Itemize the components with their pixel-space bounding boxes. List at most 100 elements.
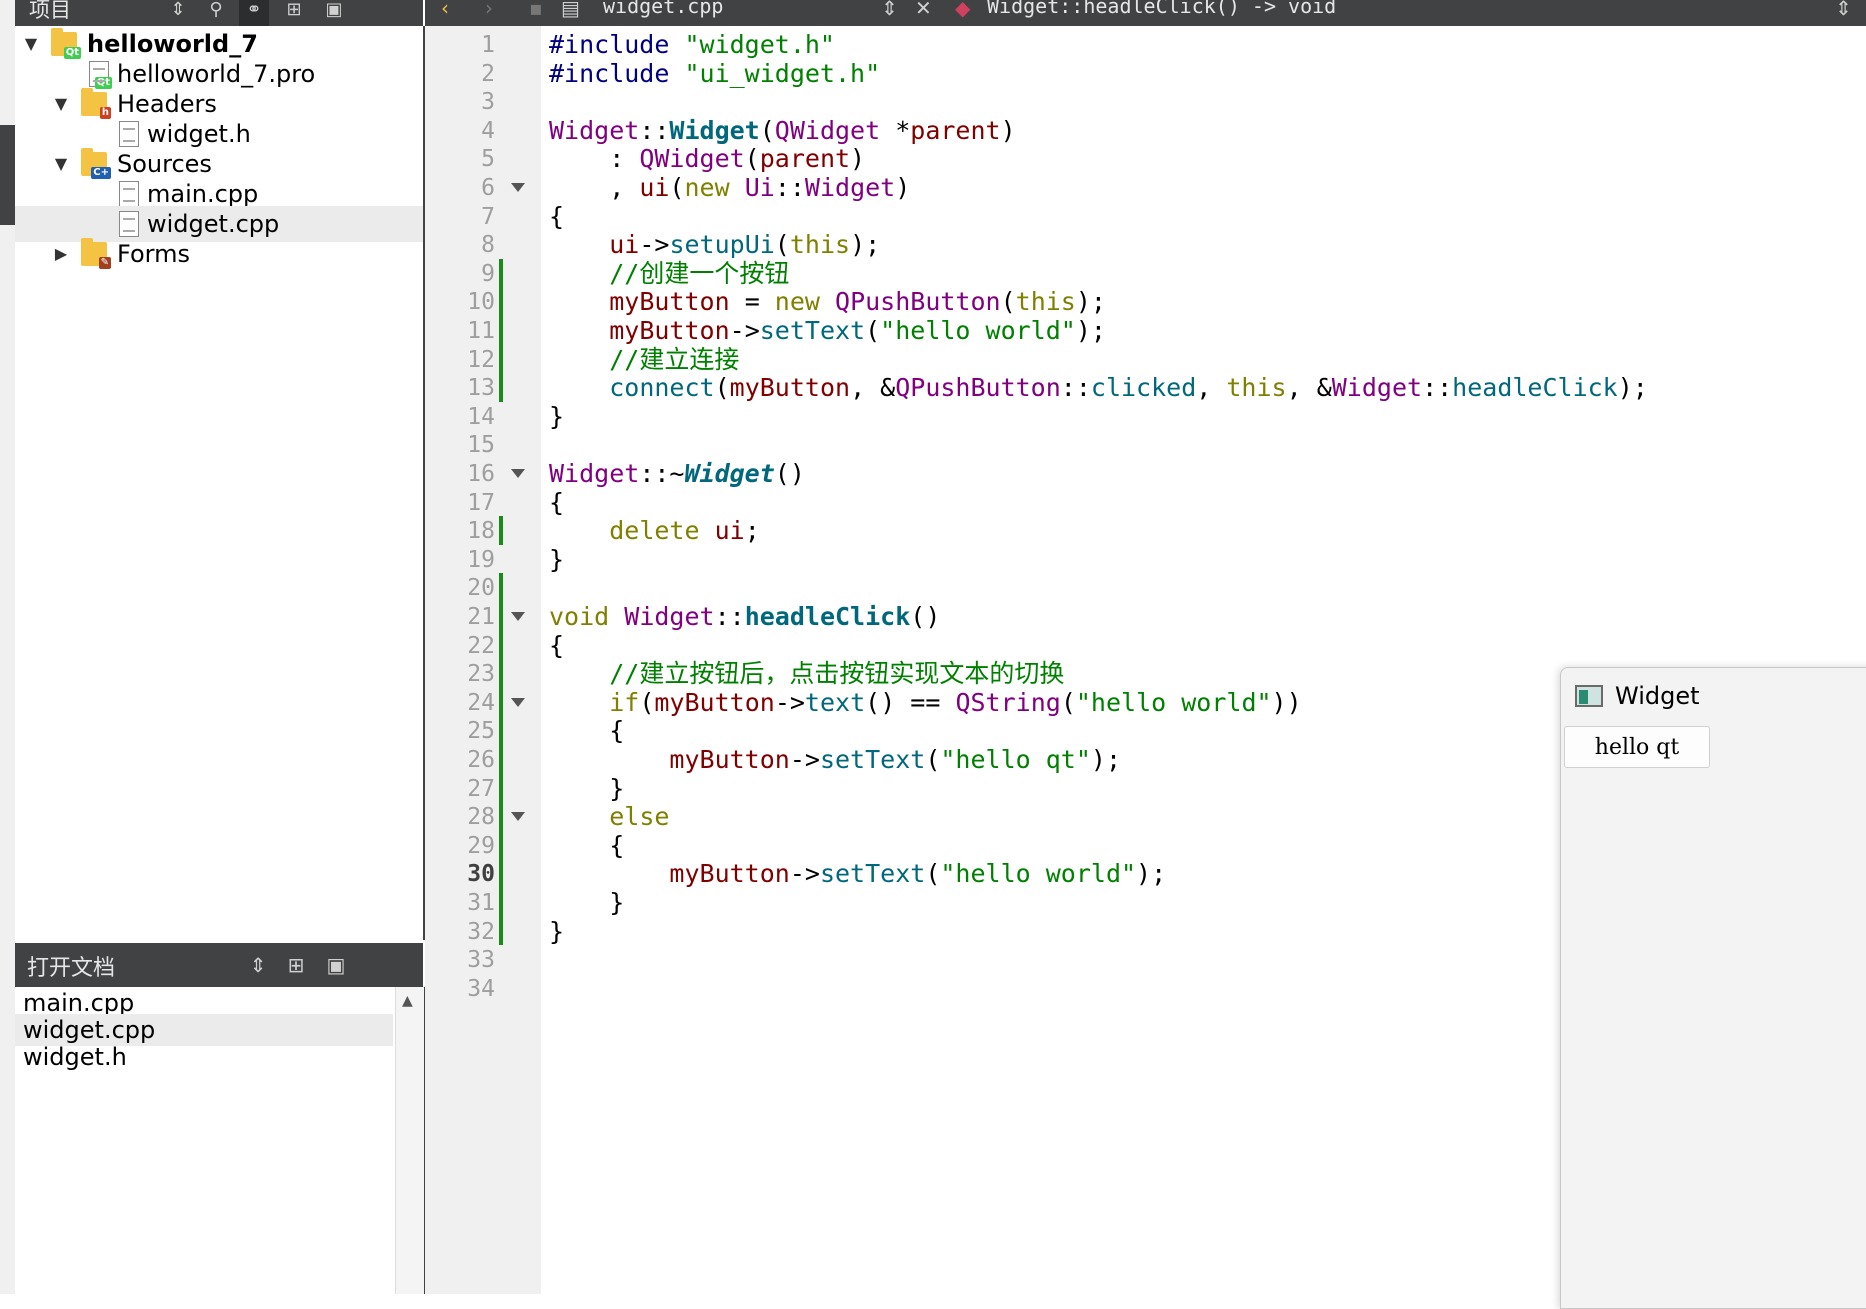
code-line[interactable]: {	[549, 716, 624, 746]
header-file-icon	[119, 121, 139, 147]
widget-titlebar[interactable]: Widget	[1561, 668, 1866, 724]
code-line[interactable]: void Widget::headleClick()	[549, 602, 940, 632]
dropdown-arrows-icon[interactable]: ⇕	[881, 0, 898, 20]
filter-icon[interactable]: ⚲	[201, 0, 231, 26]
link-icon[interactable]: ⚭	[239, 0, 269, 26]
line-number: 20	[467, 575, 495, 602]
line-number: 31	[467, 890, 495, 916]
scroll-up-icon[interactable]: ▲	[402, 993, 413, 1009]
line-number: 27	[467, 775, 495, 802]
code-line[interactable]: myButton->setText("hello qt");	[549, 745, 1121, 775]
project-panel-header: 项目 ⇕ ⚲ ⚭ ⊞ ▣	[15, 0, 423, 26]
code-line[interactable]: }	[549, 774, 624, 804]
line-number: 19	[467, 546, 495, 573]
change-marker	[499, 573, 503, 946]
project-tree: ▼ Qt helloworld_7 Qt helloworld_7.pro ▼ …	[15, 26, 425, 940]
forward-arrow-icon[interactable]: ›	[485, 0, 493, 20]
open-documents-scrollbar[interactable]: ▲	[395, 987, 424, 1294]
code-line[interactable]: : QWidget(parent)	[549, 144, 865, 174]
code-line[interactable]: }	[549, 545, 564, 575]
change-marker	[499, 258, 503, 402]
function-selector[interactable]: Widget::headleClick() -> void	[987, 0, 1336, 18]
code-line[interactable]: myButton = new QPushButton(this);	[549, 287, 1106, 317]
code-line[interactable]: Widget::~Widget()	[549, 459, 805, 489]
qt-project-icon: Qt	[51, 28, 81, 59]
line-number: 15	[467, 432, 495, 459]
code-line[interactable]: ui->setupUi(this);	[549, 230, 880, 260]
dropdown-arrows-icon[interactable]: ⇕	[243, 951, 273, 979]
open-documents-title: 打开文档	[27, 956, 116, 981]
line-number: 28	[467, 804, 495, 831]
code-line[interactable]: {	[549, 631, 564, 661]
fold-marker-icon[interactable]	[511, 469, 525, 478]
line-number: 21	[467, 604, 495, 630]
editor-toolbar: ‹ › ▪ ▤ widget.cpp ⇕ ✕ ◆ Widget::headleC…	[425, 0, 1866, 26]
line-number: 8	[481, 232, 495, 259]
fold-marker-icon[interactable]	[511, 697, 525, 707]
code-line[interactable]: connect(myButton, &QPushButton::clicked,…	[549, 373, 1648, 403]
code-line[interactable]: Widget::Widget(QWidget *parent)	[549, 116, 1016, 146]
code-line[interactable]: //建立按钮后，点击按钮实现文本的切换	[549, 659, 1064, 689]
code-line[interactable]: myButton->setText("hello world");	[549, 316, 1106, 346]
code-line[interactable]: #include "ui_widget.h"	[549, 59, 880, 89]
line-number: 2	[481, 60, 495, 87]
close-file-icon[interactable]: ✕	[915, 0, 932, 20]
file-selector[interactable]: widget.cpp	[603, 0, 723, 18]
tree-item-label: Forms	[117, 240, 190, 268]
back-arrow-icon[interactable]: ‹	[441, 0, 449, 20]
line-number: 6	[481, 175, 495, 201]
line-number: 25	[467, 718, 495, 745]
code-line[interactable]: }	[549, 917, 564, 947]
line-number: 9	[481, 260, 495, 287]
open-documents-header: 打开文档 ⇕ ⊞ ▣	[15, 943, 423, 987]
code-line[interactable]: myButton->setText("hello world");	[549, 859, 1166, 889]
line-number: 22	[467, 632, 495, 659]
line-number: 14	[467, 403, 495, 430]
code-line[interactable]: }	[549, 888, 624, 918]
code-line[interactable]: {	[549, 202, 564, 232]
line-number: 33	[467, 947, 495, 974]
fold-marker-icon[interactable]	[511, 183, 525, 192]
document-icon: ▤	[561, 0, 580, 20]
line-number: 26	[467, 747, 495, 773]
code-line[interactable]: //建立连接	[549, 345, 739, 375]
code-line[interactable]: //创建一个按钮	[549, 259, 789, 289]
tree-item-forms[interactable]: ▶ ✎ Forms	[15, 236, 423, 272]
open-document-item[interactable]: widget.h	[15, 1041, 393, 1073]
line-number: 18	[467, 518, 495, 545]
code-line[interactable]: if(myButton->text() == QString("hello wo…	[549, 688, 1301, 718]
line-number: 1	[481, 32, 495, 58]
code-line[interactable]: }	[549, 402, 564, 432]
code-line[interactable]: delete ui;	[549, 516, 760, 546]
close-pane-icon[interactable]: ▣	[321, 951, 351, 979]
split-add-icon[interactable]: ⊞	[279, 0, 309, 26]
qt-pro-file-icon: Qt	[89, 61, 112, 89]
widget-window-title: Widget	[1615, 682, 1700, 710]
fold-marker-icon[interactable]	[511, 612, 525, 621]
code-line[interactable]: #include "widget.h"	[549, 30, 835, 60]
hello-button[interactable]: hello qt	[1564, 726, 1710, 768]
line-number: 23	[467, 661, 495, 688]
split-add-icon[interactable]: ⊞	[281, 951, 311, 979]
dropdown-arrows-icon[interactable]: ⇕	[163, 0, 193, 26]
mode-sidebar	[0, 0, 15, 1294]
line-number-gutter: 1 2 3 4 5 6 7 8 9 10 11 12 13 14 15 16 17 18 19 20 21 22 23 24 2…	[425, 26, 541, 1294]
project-panel-title: 项目	[29, 0, 71, 22]
close-pane-icon[interactable]: ▣	[319, 0, 349, 26]
cpp-file-icon	[119, 211, 139, 237]
lock-icon: ▪	[529, 0, 543, 20]
headers-folder-icon: h	[81, 88, 111, 119]
code-line[interactable]: else	[549, 802, 669, 832]
collapse-arrow-icon[interactable]: ▶	[53, 236, 69, 272]
line-number: 34	[467, 975, 495, 1002]
line-number: 29	[467, 832, 495, 859]
dropdown-arrows-icon[interactable]: ⇕	[1835, 0, 1852, 20]
code-line[interactable]: {	[549, 488, 564, 518]
code-line[interactable]: {	[549, 831, 624, 861]
open-document-label: widget.h	[23, 1043, 127, 1071]
line-number: 13	[467, 375, 495, 402]
line-number: 10	[467, 289, 495, 316]
line-number: 16	[467, 461, 495, 487]
fold-marker-icon[interactable]	[511, 812, 525, 822]
code-line[interactable]: , ui(new Ui::Widget)	[549, 173, 910, 203]
